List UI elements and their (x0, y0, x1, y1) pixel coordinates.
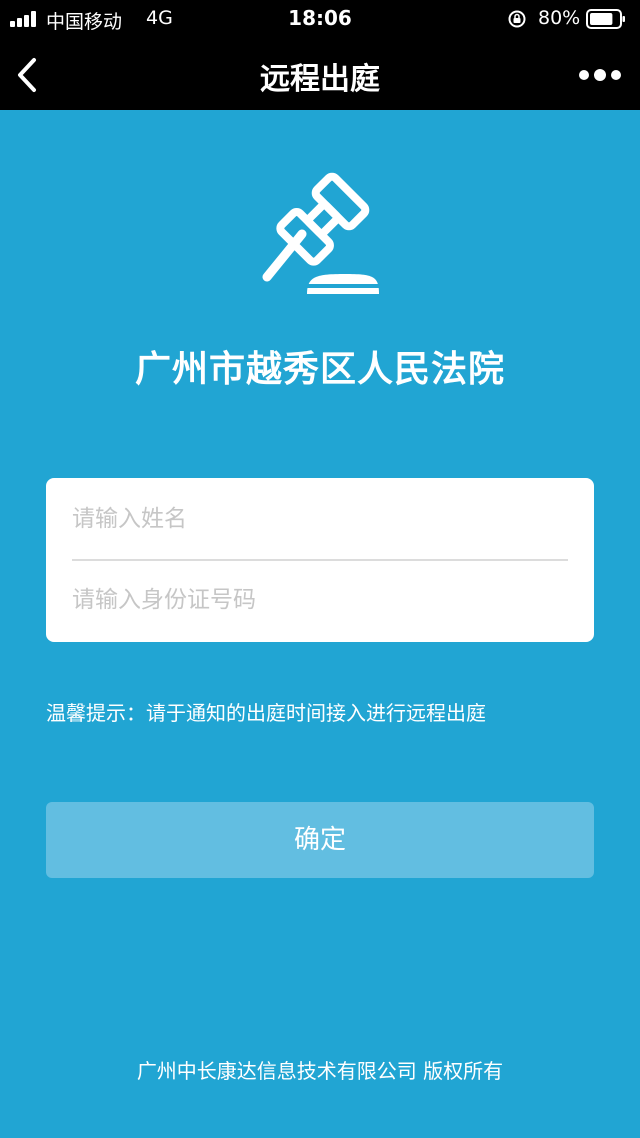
battery-icon (586, 9, 625, 29)
name-input[interactable] (72, 489, 568, 549)
confirm-button[interactable]: 确定 (46, 802, 594, 878)
more-dots-icon (579, 69, 621, 81)
page-title: 远程出庭 (260, 62, 380, 97)
back-button[interactable] (10, 50, 60, 100)
court-name: 广州市越秀区人民法院 (134, 349, 505, 390)
form-divider (72, 559, 568, 561)
login-form (46, 478, 594, 642)
id-number-input[interactable] (72, 570, 568, 630)
chevron-left-icon (18, 58, 36, 92)
gavel-icon (262, 172, 379, 294)
navigation-bar: 远程出庭 (0, 40, 640, 110)
rotation-lock-icon (508, 10, 526, 28)
more-button[interactable] (570, 55, 630, 95)
hint-text: 温馨提示：请于通知的出庭时间接入进行远程出庭 (46, 701, 486, 725)
battery-percent: 80% (538, 7, 581, 29)
status-bar: 中国移动 4G 18:06 80% (0, 0, 640, 40)
copyright-text: 广州中长康达信息技术有限公司 版权所有 (136, 1059, 504, 1083)
